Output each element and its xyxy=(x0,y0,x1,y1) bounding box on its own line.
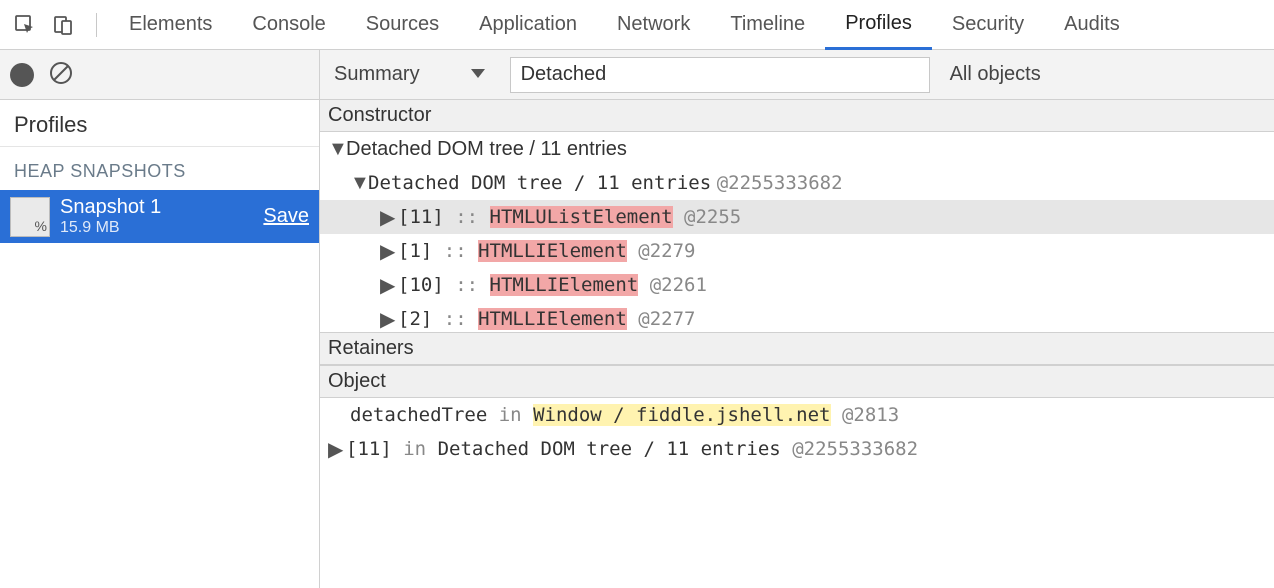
inspect-icon[interactable] xyxy=(8,8,42,42)
retainers-header[interactable]: Retainers xyxy=(320,332,1274,365)
snapshot-item[interactable]: Snapshot 1 15.9 MB Save xyxy=(0,190,319,243)
view-select-label: Summary xyxy=(334,63,420,86)
tree-group[interactable]: ▼ Detached DOM tree / 11 entries xyxy=(320,132,1274,166)
object-id: @2255 xyxy=(684,206,741,228)
constructor-tree[interactable]: ▼ Detached DOM tree / 11 entries ▼ Detac… xyxy=(320,132,1274,332)
retainer-row[interactable]: detachedTree in Window / fiddle.jshell.n… xyxy=(320,398,1274,432)
tab-security[interactable]: Security xyxy=(932,0,1044,50)
profiles-sidebar: Profiles HEAP SNAPSHOTS Snapshot 1 15.9 … xyxy=(0,100,320,588)
tree-item[interactable]: ▶[1] :: HTMLLIElement @2279 xyxy=(320,234,1274,268)
retainer-context: Window / fiddle.jshell.net xyxy=(533,404,830,426)
sidebar-title: Profiles xyxy=(0,100,319,147)
tree-group-label: Detached DOM tree / 11 entries xyxy=(368,172,711,194)
main-area: Profiles HEAP SNAPSHOTS Snapshot 1 15.9 … xyxy=(0,100,1274,588)
profiles-toolbar: Summary All objects xyxy=(0,50,1274,100)
snapshot-name: Snapshot 1 xyxy=(60,196,253,219)
constructor-header[interactable]: Constructor xyxy=(320,100,1274,132)
retainer-row[interactable]: ▶ [11] in Detached DOM tree / 11 entries… xyxy=(320,432,1274,466)
tab-profiles[interactable]: Profiles xyxy=(825,0,932,50)
item-count: [11] xyxy=(398,206,444,228)
retainer-in: in xyxy=(403,438,426,460)
view-select[interactable]: Summary xyxy=(334,63,500,86)
snapshot-icon xyxy=(10,197,50,237)
item-count: [2] xyxy=(398,308,432,330)
retainers-tree[interactable]: detachedTree in Window / fiddle.jshell.n… xyxy=(320,398,1274,466)
retainer-in: in xyxy=(499,404,522,426)
disclosure-triangle-icon[interactable]: ▶ xyxy=(380,307,398,332)
object-id: @2261 xyxy=(650,274,707,296)
tree-item[interactable]: ▶[2] :: HTMLLIElement @2277 xyxy=(320,302,1274,332)
chevron-down-icon xyxy=(470,63,486,86)
scope-select[interactable]: All objects xyxy=(940,63,1041,86)
tab-audits[interactable]: Audits xyxy=(1044,0,1140,50)
snapshot-save-link[interactable]: Save xyxy=(263,205,309,228)
tree-group[interactable]: ▼ Detached DOM tree / 11 entries @225533… xyxy=(320,166,1274,200)
tab-sources[interactable]: Sources xyxy=(346,0,459,50)
item-count: [10] xyxy=(398,274,444,296)
tab-network[interactable]: Network xyxy=(597,0,710,50)
disclosure-triangle-icon[interactable]: ▶ xyxy=(380,239,398,264)
tab-timeline[interactable]: Timeline xyxy=(710,0,825,50)
disclosure-triangle-icon[interactable]: ▼ xyxy=(328,138,346,161)
retainer-context: Detached DOM tree / 11 entries xyxy=(438,438,781,460)
class-filter-input[interactable] xyxy=(510,57,930,93)
retainer-count: [11] xyxy=(346,438,392,460)
separator xyxy=(96,13,97,37)
profile-content: Constructor ▼ Detached DOM tree / 11 ent… xyxy=(320,100,1274,588)
disclosure-triangle-icon[interactable]: ▶ xyxy=(380,205,398,230)
tree-item[interactable]: ▶[10] :: HTMLLIElement @2261 xyxy=(320,268,1274,302)
object-id: @2255333682 xyxy=(792,438,918,460)
item-class: HTMLLIElement xyxy=(478,240,627,262)
tree-group-label: Detached DOM tree / 11 entries xyxy=(346,138,627,161)
disclosure-triangle-icon[interactable]: ▼ xyxy=(350,172,368,195)
item-class: HTMLLIElement xyxy=(478,308,627,330)
item-class: HTMLLIElement xyxy=(490,274,639,296)
clear-icon[interactable] xyxy=(48,60,74,90)
disclosure-triangle-icon[interactable]: ▶ xyxy=(328,437,346,462)
tab-elements[interactable]: Elements xyxy=(109,0,232,50)
object-header[interactable]: Object xyxy=(320,365,1274,398)
sidebar-section: HEAP SNAPSHOTS xyxy=(0,147,319,190)
record-button[interactable] xyxy=(10,63,34,87)
retainer-var: detachedTree xyxy=(350,404,487,426)
disclosure-triangle-icon[interactable]: ▶ xyxy=(380,273,398,298)
tab-application[interactable]: Application xyxy=(459,0,597,50)
device-toggle-icon[interactable] xyxy=(46,8,80,42)
object-id: @2255333682 xyxy=(717,172,843,194)
tree-item[interactable]: ▶[11] :: HTMLUListElement @2255 xyxy=(320,200,1274,234)
item-class: HTMLUListElement xyxy=(490,206,673,228)
object-id: @2813 xyxy=(842,404,899,426)
devtools-tabbar: ElementsConsoleSourcesApplicationNetwork… xyxy=(0,0,1274,50)
object-id: @2277 xyxy=(638,308,695,330)
item-count: [1] xyxy=(398,240,432,262)
snapshot-size: 15.9 MB xyxy=(60,219,253,237)
object-id: @2279 xyxy=(638,240,695,262)
tab-console[interactable]: Console xyxy=(232,0,345,50)
